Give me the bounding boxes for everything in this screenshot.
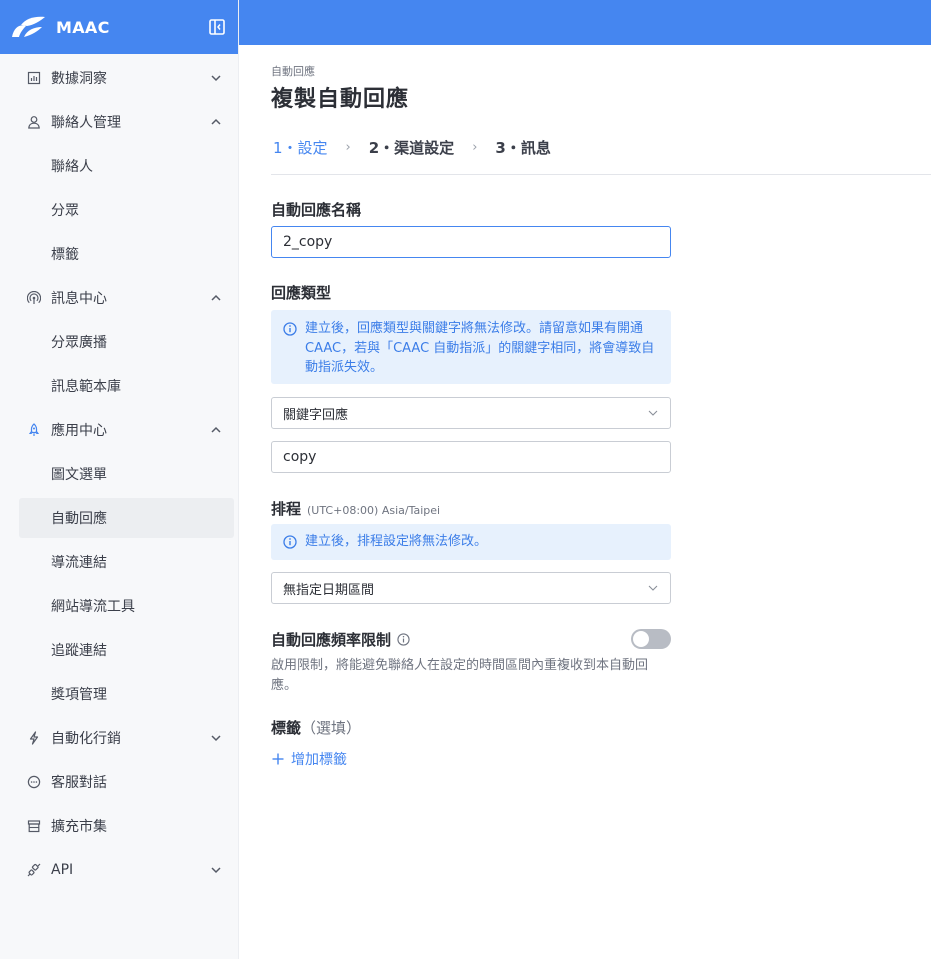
chevron-down-icon <box>648 585 658 591</box>
info-icon <box>283 322 297 336</box>
step-indicator: 1・設定 › 2・渠道設定 › 3・訊息 <box>271 135 931 175</box>
sidebar-subitem-broadcast[interactable]: 分眾廣播 <box>0 320 238 364</box>
step-settings[interactable]: 1・設定 <box>273 137 328 158</box>
maac-logo-icon[interactable] <box>10 15 46 39</box>
sidebar: MAAC 數據洞察 聯絡人管理 聯絡人 分眾 標籤 訊息中心 分眾廣播 訊息範本… <box>0 0 239 959</box>
sidebar-subitem-web-tools[interactable]: 網站導流工具 <box>0 584 238 628</box>
sidebar-subitem-prizes[interactable]: 獎項管理 <box>0 672 238 716</box>
chevron-up-icon <box>211 294 221 301</box>
chat-icon <box>26 774 42 790</box>
top-bar <box>239 0 931 45</box>
sidebar-subitem-templates[interactable]: 訊息範本庫 <box>0 364 238 408</box>
sidebar-item-insights[interactable]: 數據洞察 <box>0 56 238 100</box>
sidebar-item-label: 自動化行銷 <box>51 731 121 747</box>
reply-type-select[interactable]: 關鍵字回應 <box>271 397 671 429</box>
brand-name: MAAC <box>56 17 110 37</box>
name-label: 自動回應名稱 <box>271 201 362 219</box>
schedule-notice: 建立後，排程設定將無法修改。 <box>271 524 671 560</box>
step-message[interactable]: 3・訊息 <box>495 137 550 158</box>
sidebar-item-api[interactable]: API <box>0 848 238 892</box>
type-label: 回應類型 <box>271 284 332 302</box>
step-separator-icon: › <box>345 140 351 155</box>
chevron-down-icon <box>211 735 221 742</box>
tag-optional-text: （選填） <box>301 719 362 737</box>
breadcrumb[interactable]: 自動回應 <box>271 63 931 78</box>
chevron-down-icon <box>211 867 221 874</box>
sidebar-subitem-rich-menu[interactable]: 圖文選單 <box>0 452 238 496</box>
reply-type-value: 關鍵字回應 <box>283 407 349 423</box>
sidebar-subitem-segments[interactable]: 分眾 <box>0 188 238 232</box>
keyword-input-value: copy <box>283 449 317 465</box>
frequency-limit-description: 啟用限制，將能避免聯絡人在設定的時間區間內重複收到本自動回應。 <box>271 658 649 693</box>
sidebar-subitem-tags[interactable]: 標籤 <box>0 232 238 276</box>
frequency-limit-text: 自動回應頻率限制 <box>271 630 392 649</box>
rocket-icon <box>26 422 42 438</box>
schedule-timezone: (UTC+08:00) Asia/Taipei <box>307 504 441 517</box>
sidebar-nav: 數據洞察 聯絡人管理 聯絡人 分眾 標籤 訊息中心 分眾廣播 訊息範本庫 應用中… <box>0 54 238 892</box>
keyword-input[interactable]: copy <box>271 441 671 473</box>
sidebar-item-chat[interactable]: 客服對話 <box>0 760 238 804</box>
tag-label-text: 標籤 <box>271 719 302 737</box>
add-tag-button[interactable]: 增加標籤 <box>271 749 351 769</box>
type-notice: 建立後，回應類型與關鍵字將無法修改。請留意如果有開通 CAAC，若與「CAAC … <box>271 310 671 384</box>
broadcast-icon <box>26 290 42 306</box>
name-input[interactable]: 2_copy <box>271 226 671 258</box>
sidebar-subitem-traffic-link[interactable]: 導流連結 <box>0 540 238 584</box>
sidebar-subitem-auto-reply[interactable]: 自動回應 <box>19 498 234 538</box>
sidebar-header: MAAC <box>0 0 238 54</box>
schedule-value: 無指定日期區間 <box>283 582 375 598</box>
user-icon <box>26 114 42 130</box>
sidebar-item-label: 訊息中心 <box>51 291 107 307</box>
page-title: 複製自動回應 <box>271 87 410 112</box>
schedule-select[interactable]: 無指定日期區間 <box>271 572 671 604</box>
schedule-label: 排程 (UTC+08:00) Asia/Taipei <box>271 498 931 520</box>
api-icon <box>26 862 42 878</box>
frequency-limit-label: 自動回應頻率限制 <box>271 629 631 650</box>
info-icon[interactable] <box>397 632 410 646</box>
add-tag-label: 增加標籤 <box>291 752 347 768</box>
collapse-sidebar-icon[interactable] <box>208 18 226 36</box>
sidebar-subitem-contacts[interactable]: 聯絡人 <box>0 144 238 188</box>
sidebar-item-marketplace[interactable]: 擴充市集 <box>0 804 238 848</box>
step-separator-icon: › <box>472 140 478 155</box>
chevron-up-icon <box>211 426 221 433</box>
frequency-limit-row: 自動回應頻率限制 <box>271 628 671 650</box>
step-channel-settings[interactable]: 2・渠道設定 <box>369 137 454 158</box>
sidebar-item-label: 數據洞察 <box>51 71 107 87</box>
sidebar-item-apps[interactable]: 應用中心 <box>0 408 238 452</box>
schedule-notice-text: 建立後，排程設定將無法修改。 <box>305 534 488 550</box>
toggle-knob <box>633 631 649 647</box>
chevron-down-icon <box>648 410 658 416</box>
chart-icon <box>26 70 42 86</box>
sidebar-subitem-tracking-link[interactable]: 追蹤連結 <box>0 628 238 672</box>
sidebar-item-contacts[interactable]: 聯絡人管理 <box>0 100 238 144</box>
main-content: 自動回應 複製自動回應 1・設定 › 2・渠道設定 › 3・訊息 自動回應名稱 … <box>271 45 931 769</box>
tag-label: 標籤（選填） <box>271 717 931 739</box>
chevron-up-icon <box>211 118 221 125</box>
info-icon <box>283 535 297 549</box>
sidebar-item-messages[interactable]: 訊息中心 <box>0 276 238 320</box>
plus-icon <box>272 753 284 765</box>
schedule-label-text: 排程 <box>271 500 302 518</box>
type-notice-text: 建立後，回應類型與關鍵字將無法修改。請留意如果有開通 CAAC，若與「CAAC … <box>305 321 655 375</box>
store-icon <box>26 818 42 834</box>
frequency-limit-toggle[interactable] <box>631 629 671 649</box>
sidebar-item-label: 應用中心 <box>51 423 107 439</box>
sidebar-item-label: 擴充市集 <box>51 819 107 835</box>
sidebar-item-automation[interactable]: 自動化行銷 <box>0 716 238 760</box>
sidebar-item-label: API <box>51 862 74 878</box>
name-input-value: 2_copy <box>283 234 333 250</box>
sidebar-item-label: 客服對話 <box>51 775 107 791</box>
sidebar-item-label: 聯絡人管理 <box>51 115 121 131</box>
chevron-down-icon <box>211 75 221 82</box>
lightning-icon <box>26 730 42 746</box>
